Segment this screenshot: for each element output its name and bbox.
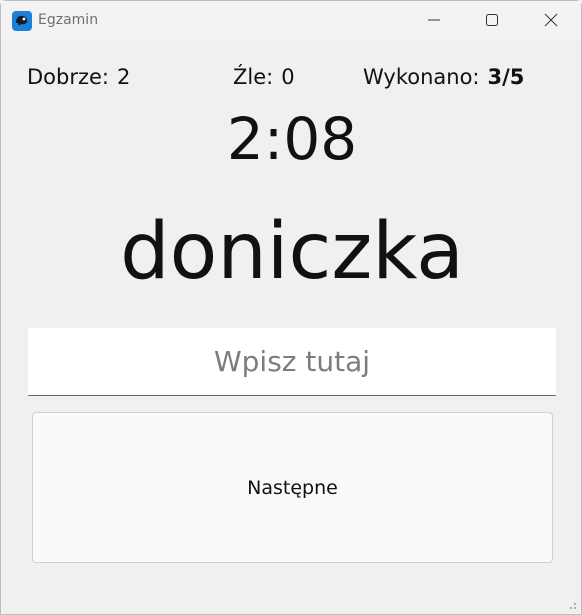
close-icon: [544, 13, 558, 27]
minimize-icon: [428, 19, 440, 21]
correct-value: 2: [117, 65, 131, 89]
countdown-timer: 2:08: [226, 105, 358, 173]
done-label: Wykonano:: [363, 65, 480, 89]
done-value: 3/5: [487, 65, 525, 89]
wrong-count: Źle: 0: [233, 65, 295, 89]
correct-label: Dobrze:: [27, 65, 110, 89]
minimize-button[interactable]: [405, 1, 463, 39]
prompt-word: doniczka: [120, 207, 464, 297]
exam-window: Egzamin Dobrze: 2 Źle: 0 Wykonano: 3/5 2:08…: [0, 0, 582, 615]
progress-count: Wykonano: 3/5: [363, 65, 524, 89]
answer-input[interactable]: [28, 328, 556, 396]
correct-count: Dobrze: 2: [27, 65, 130, 89]
next-button[interactable]: Następne: [32, 412, 553, 563]
score-bar: Dobrze: 2 Źle: 0 Wykonano: 3/5: [1, 65, 581, 93]
maximize-button[interactable]: [463, 1, 521, 39]
wrong-label: Źle:: [233, 65, 274, 89]
window-title: Egzamin: [38, 12, 99, 28]
wrong-value: 0: [281, 65, 295, 89]
app-logo-icon: [12, 11, 32, 31]
title-bar[interactable]: Egzamin: [1, 1, 581, 39]
resize-grip-icon[interactable]: [567, 600, 577, 610]
maximize-icon: [486, 14, 498, 26]
close-button[interactable]: [522, 1, 580, 39]
